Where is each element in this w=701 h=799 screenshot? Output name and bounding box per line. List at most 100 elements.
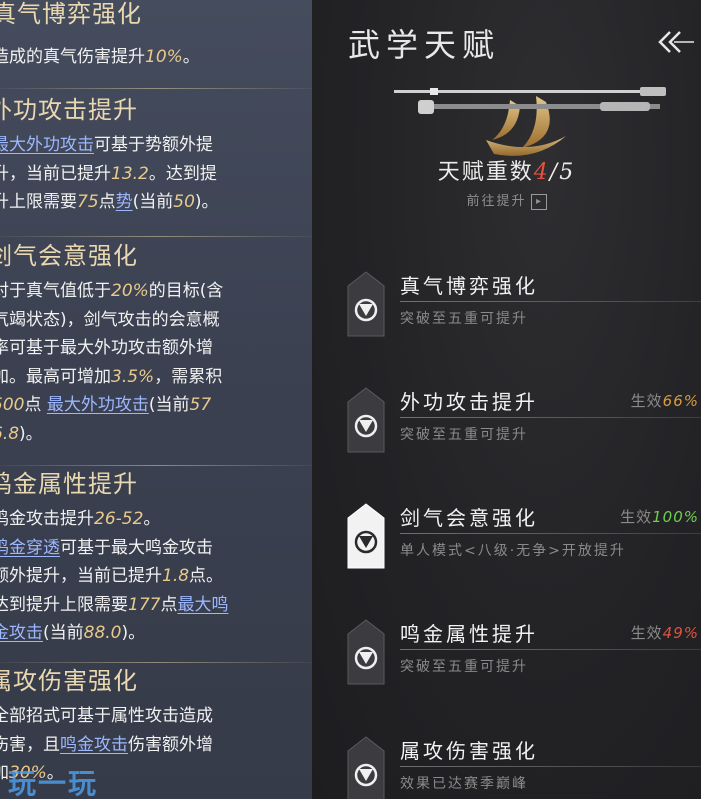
desc-value: 88.0 <box>83 623 122 643</box>
term-link-mingjin-penetration[interactable]: 鸣金穿透 <box>0 538 60 558</box>
external-arrow-icon: ▸ <box>530 193 547 210</box>
desc-text: 率可基于最大外功攻击额外增 <box>0 338 213 358</box>
term-link-max-external-attack[interactable]: 最大外功攻击 <box>0 135 94 155</box>
page-title: 武学天赋 <box>348 26 501 64</box>
talent-effect-status: 生效100% <box>620 506 699 527</box>
desc-text: 造成的真气伤害提升 <box>0 47 145 67</box>
back-button[interactable] <box>656 26 696 58</box>
desc-text: 对于真气值低于 <box>0 281 111 301</box>
desc-text: )。 <box>121 623 146 643</box>
talent-hint: 突破至五重可提升 <box>400 311 528 327</box>
effect-label: 生效 <box>630 624 663 642</box>
effect-label: 生效 <box>620 508 653 526</box>
desc-body-waigong: 最大外功攻击可基于势额外提 升，当前已提升13.2。达到提 升上限需要75点势(… <box>0 131 312 217</box>
desc-text: 加。最高可增加 <box>0 366 111 387</box>
desc-text: (当前 <box>148 395 190 415</box>
desc-value: 6.8 <box>0 423 20 444</box>
desc-text: 气竭状态)，剑气攻击的会意概 <box>0 309 220 330</box>
desc-value: 13.2 <box>111 163 149 184</box>
talent-item-mingjin[interactable]: 鸣金属性提升 生效49% 突破至五重可提升 <box>342 618 701 698</box>
desc-text: (当前 <box>43 623 84 643</box>
talent-effect-status: 生效66% <box>631 390 699 411</box>
goto-upgrade-link[interactable]: 前往提升 ▸ <box>312 190 701 210</box>
talent-count: 天赋重数4/5 <box>312 154 701 186</box>
desc-value: 57 <box>189 395 212 415</box>
desc-text: 。达到提 <box>148 163 217 184</box>
talent-badge-icon <box>347 736 385 799</box>
desc-value: 500 <box>0 395 25 415</box>
talent-divider <box>400 649 701 650</box>
talent-badge-icon <box>347 387 385 453</box>
desc-text: 。 <box>182 47 200 67</box>
effect-value: 100% <box>652 508 699 526</box>
talent-name: 真气博弈强化 <box>400 274 538 298</box>
desc-value: 75 <box>77 192 99 212</box>
talent-item-zhenqi[interactable]: 真气博弈强化 突破至五重可提升 <box>342 270 701 350</box>
desc-text: 额外提升，当前已提升 <box>0 566 162 586</box>
talent-divider <box>400 301 701 302</box>
term-link-max-mingjin-attack[interactable]: 最大鸣 <box>177 595 228 615</box>
desc-text: 。 <box>143 509 161 529</box>
desc-body-mingjin: 鸣金攻击提升26-52。 鸣金穿透可基于最大鸣金攻击 额外提升，当前已提升1.8… <box>0 505 312 648</box>
desc-text: 全部招式可基于属性攻击造成 <box>0 706 213 726</box>
desc-text: 可基于最大鸣金攻击 <box>60 537 213 558</box>
desc-text: )。 <box>194 192 219 212</box>
double-chevron-left-icon <box>658 31 694 53</box>
talent-count-label: 天赋重数 <box>437 160 534 185</box>
goto-upgrade-label: 前往提升 <box>466 194 527 209</box>
desc-section-zhenqi: 真气博弈强化 造成的真气伤害提升10%。 <box>0 0 312 72</box>
desc-title-waigong: 外功攻击提升 <box>0 96 138 124</box>
term-link-shi[interactable]: 势 <box>116 192 133 212</box>
desc-title-jianqi: 剑气会意强化 <box>0 242 138 270</box>
desc-text: 鸣金攻击提升 <box>0 509 94 529</box>
desc-text: 升上限需要 <box>0 192 77 212</box>
desc-text: ，需累积 <box>154 366 223 387</box>
desc-text: 伤害，且 <box>0 734 60 755</box>
talent-item-waigong[interactable]: 外功攻击提升 生效66% 突破至五重可提升 <box>342 386 701 466</box>
talent-name: 属攻伤害强化 <box>400 739 538 763</box>
desc-text: 升，当前已提升 <box>0 163 111 184</box>
desc-title-zhenqi: 真气博弈强化 <box>0 0 142 28</box>
term-link-mingjin-attack[interactable]: 鸣金攻击 <box>60 735 128 755</box>
desc-text: )。 <box>19 423 43 444</box>
talent-item-shugong[interactable]: 属攻伤害强化 效果已达赛季巅峰 <box>342 735 701 799</box>
desc-text: (当前 <box>132 192 174 212</box>
effect-value: 66% <box>662 392 699 410</box>
talent-description-panel: 真气博弈强化 造成的真气伤害提升10%。 外功攻击提升 最大外功攻击可基于势额外… <box>0 0 312 799</box>
watermark-logo: 玩一玩 <box>8 767 99 799</box>
talent-divider <box>400 766 701 767</box>
martial-talent-panel: 武学天赋 天赋重数4/5 前往提升 ▸ 真气博弈强化 突破至五重可提升 外功攻击… <box>312 0 701 799</box>
effect-label: 生效 <box>630 392 663 410</box>
desc-text: 伤害额外增 <box>128 734 213 755</box>
talent-item-jianqi[interactable]: 剑气会意强化 生效100% 单人模式<八级·无争>开放提升 <box>342 502 701 582</box>
desc-title-shugong: 属攻伤害强化 <box>0 667 138 695</box>
desc-value: 3.5% <box>111 366 155 387</box>
talent-badge-icon <box>347 619 385 685</box>
desc-section-jianqi: 剑气会意强化 对于真气值低于20%的目标(含 气竭状态)，剑气攻击的会意概 率可… <box>0 236 312 448</box>
desc-section-mingjin: 鸣金属性提升 鸣金攻击提升26-52。 鸣金穿透可基于最大鸣金攻击 额外提升，当… <box>0 464 312 648</box>
desc-value: 50 <box>173 192 195 212</box>
term-link-max-external-attack[interactable]: 最大外功攻击 <box>47 395 149 415</box>
talent-hint: 突破至五重可提升 <box>400 659 528 675</box>
desc-value: 177 <box>128 594 161 615</box>
desc-text: 点 <box>160 594 178 615</box>
desc-body-zhenqi: 造成的真气伤害提升10%。 <box>0 43 312 72</box>
desc-text: 的目标(含 <box>148 281 224 301</box>
desc-body-jianqi: 对于真气值低于20%的目标(含 气竭状态)，剑气攻击的会意概 率可基于最大外功攻… <box>0 277 312 448</box>
talent-name: 外功攻击提升 <box>400 390 538 414</box>
term-link-max-mingjin-attack[interactable]: 金攻击 <box>0 623 43 643</box>
talent-badge-selected-icon <box>347 503 385 569</box>
talent-name: 剑气会意强化 <box>400 506 538 530</box>
talent-divider <box>400 417 701 418</box>
talent-count-current: 4 <box>533 160 550 185</box>
talent-effect-status: 生效49% <box>631 622 699 643</box>
talent-badge-icon <box>347 271 385 337</box>
desc-text: 达到提升上限需要 <box>0 594 128 615</box>
desc-value: 20% <box>111 281 149 301</box>
talent-hint: 效果已达赛季巅峰 <box>400 776 528 792</box>
desc-text: 点。 <box>189 566 224 586</box>
effect-value: 49% <box>662 624 699 642</box>
talent-hint: 单人模式<八级·无争>开放提升 <box>400 543 626 559</box>
desc-value: 10% <box>145 47 183 67</box>
desc-section-waigong: 外功攻击提升 最大外功攻击可基于势额外提 升，当前已提升13.2。达到提 升上限… <box>0 90 312 217</box>
